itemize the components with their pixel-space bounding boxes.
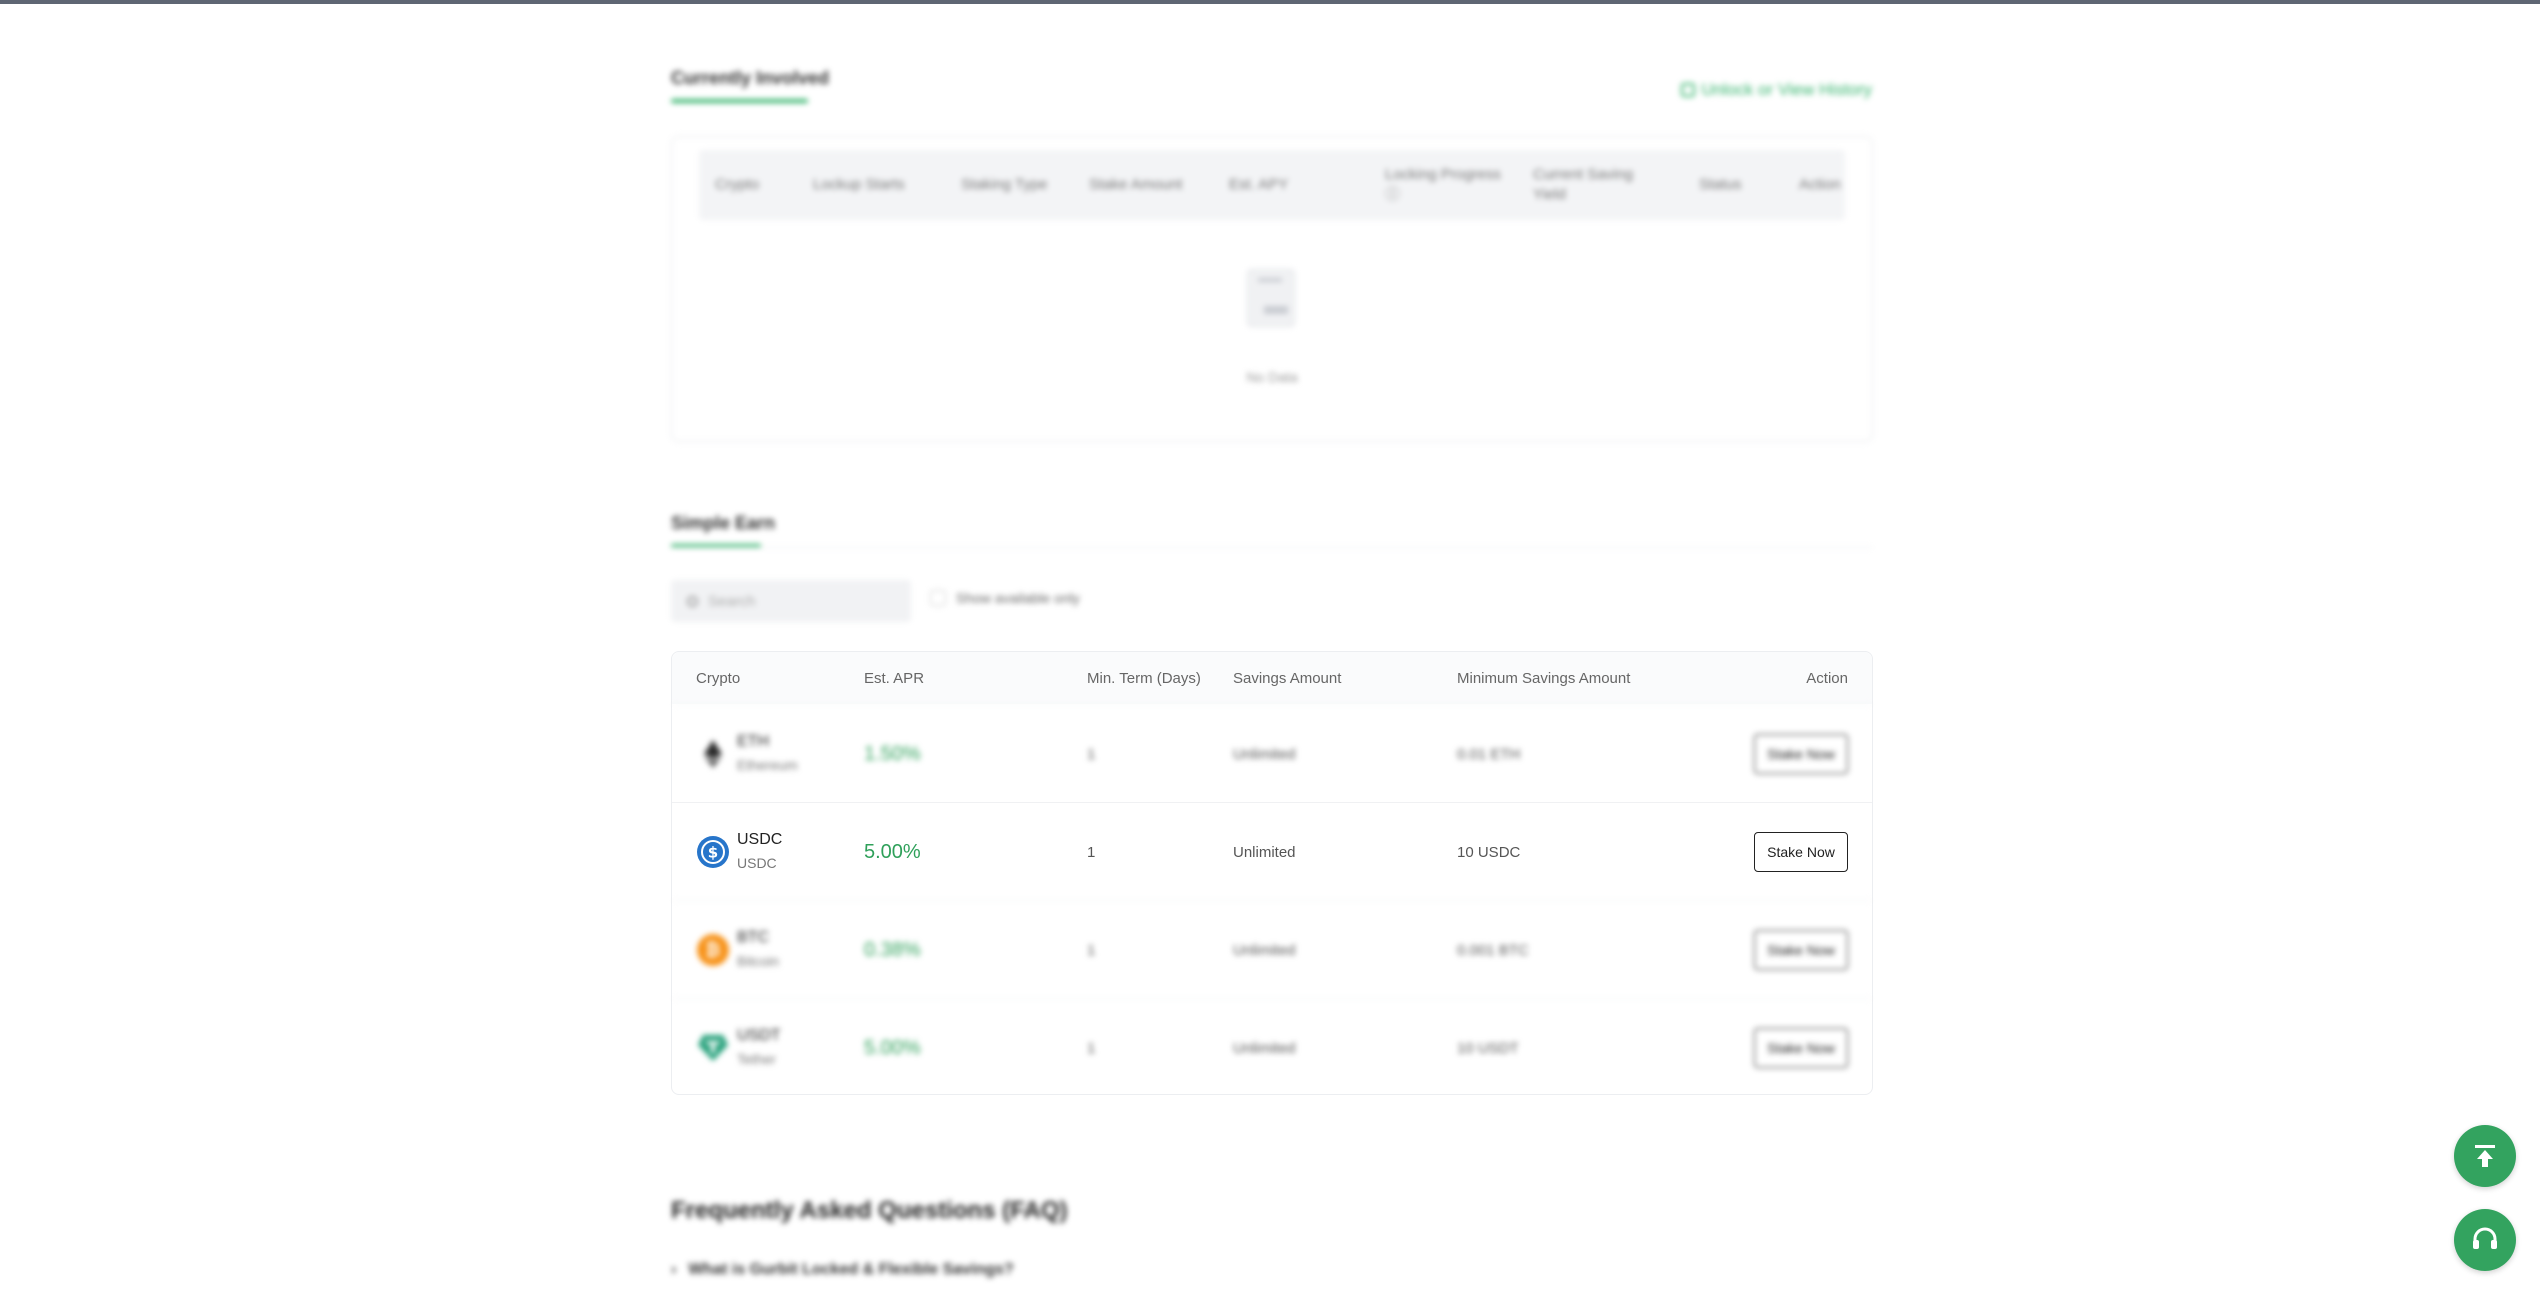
coin-name: Tether [737,1051,776,1067]
checkbox[interactable] [930,590,946,606]
back-to-top-button[interactable] [2454,1125,2516,1187]
history-link-label: Unlock or View History [1701,80,1872,99]
column-header: Status [1699,176,1742,193]
table-row: $ USDC USDC 5.00% 1 Unlimited 10 USDC St… [672,802,1872,901]
coin-name: USDC [737,855,777,871]
savings-value: Unlimited [1233,745,1296,763]
currently-involved-table: Crypto Lockup Starts Staking Type Stake … [671,136,1873,442]
table-row: ETH Ethereum 1.50% 1 Unlimited 0.01 ETH … [672,704,1872,803]
term-value: 1 [1087,745,1096,763]
column-header: Locking Progress ⓘ [1385,166,1501,203]
apr-value: 5.00% [864,1036,921,1059]
stake-now-button[interactable]: Stake Now [1754,1028,1848,1068]
stake-now-button[interactable]: Stake Now [1754,832,1848,872]
faq-title: Frequently Asked Questions (FAQ) [671,1197,1068,1224]
apr-value: 5.00% [864,840,921,863]
min-savings-value: 0.01 ETH [1457,745,1521,763]
table-row: USDT Tether 5.00% 1 Unlimited 10 USDT St… [672,998,1872,1097]
column-header: Current Saving Yield [1533,166,1634,203]
support-button[interactable] [2454,1209,2516,1271]
show-available-toggle[interactable]: Show available only [930,590,1080,606]
term-value: 1 [1087,941,1096,959]
divider [671,547,1873,548]
coin-name: Bitcoin [737,953,780,969]
stake-now-button[interactable]: Stake Now [1754,734,1848,774]
coin-symbol: USDC [737,831,783,848]
search-box[interactable] [671,580,911,622]
usdc-icon: $ [697,836,729,868]
savings-value: Unlimited [1233,1039,1296,1057]
coin-symbol: BTC [737,929,769,946]
coin-symbol: USDT [737,1027,781,1044]
tab-simple-earn[interactable]: Simple Earn [671,513,775,534]
column-header: Staking Type [961,176,1048,193]
tab-underline [671,99,808,103]
term-value: 1 [1087,1039,1096,1057]
column-header-action: Action [1806,669,1848,687]
svg-text:$: $ [708,844,718,862]
faq-question: What is Gurbit Locked & Flexible Savings… [688,1261,1014,1278]
savings-value: Unlimited [1233,843,1296,861]
column-header-term: Min. Term (Days) [1087,669,1201,687]
top-border [0,0,2540,4]
ethereum-icon [697,738,729,770]
coin-symbol: ETH [737,733,769,750]
min-savings-value: 0.001 BTC [1457,941,1529,959]
column-header: Crypto [715,176,760,193]
show-available-label: Show available only [956,590,1080,606]
tab-currently-involved[interactable]: Currently Involved [671,68,829,89]
history-icon [1681,83,1696,97]
empty-state-icon [1247,269,1295,327]
column-header: Action [1799,176,1841,193]
history-link[interactable]: Unlock or View History [1681,80,1872,100]
search-input[interactable] [706,591,900,611]
column-header-min-savings: Minimum Savings Amount [1457,669,1631,687]
faq-item[interactable]: › What is Gurbit Locked & Flexible Savin… [671,1261,1014,1279]
min-savings-value: 10 USDT [1457,1039,1519,1057]
column-header: Lockup Starts [813,176,905,193]
term-value: 1 [1087,843,1096,861]
table-header: Crypto Lockup Starts Staking Type Stake … [699,150,1845,220]
apr-value: 0.38% [864,938,921,961]
column-header: Est. APY [1229,176,1289,193]
min-savings-value: 10 USDC [1457,843,1521,861]
tether-icon [697,1032,729,1064]
stake-now-button[interactable]: Stake Now [1754,930,1848,970]
column-header-apr: Est. APR [864,669,925,687]
coin-name: Ethereum [737,757,798,773]
chevron-right-icon: › [671,1261,677,1278]
savings-value: Unlimited [1233,941,1296,959]
bitcoin-icon: ₿ [697,934,729,966]
apr-value: 1.50% [864,742,921,765]
column-header: Stake Amount [1089,176,1183,193]
simple-earn-table: Crypto Est. APR Min. Term (Days) Savings… [671,651,1873,1095]
search-icon [687,595,698,607]
table-row: ₿ BTC Bitcoin 0.38% 1 Unlimited 0.001 BT… [672,900,1872,999]
headset-icon [2473,1227,2497,1249]
arrow-up-icon [2475,1145,2495,1167]
column-header-savings: Savings Amount [1233,669,1342,687]
empty-state-text: No Data [1246,369,1298,385]
column-header-crypto: Crypto [696,669,741,687]
